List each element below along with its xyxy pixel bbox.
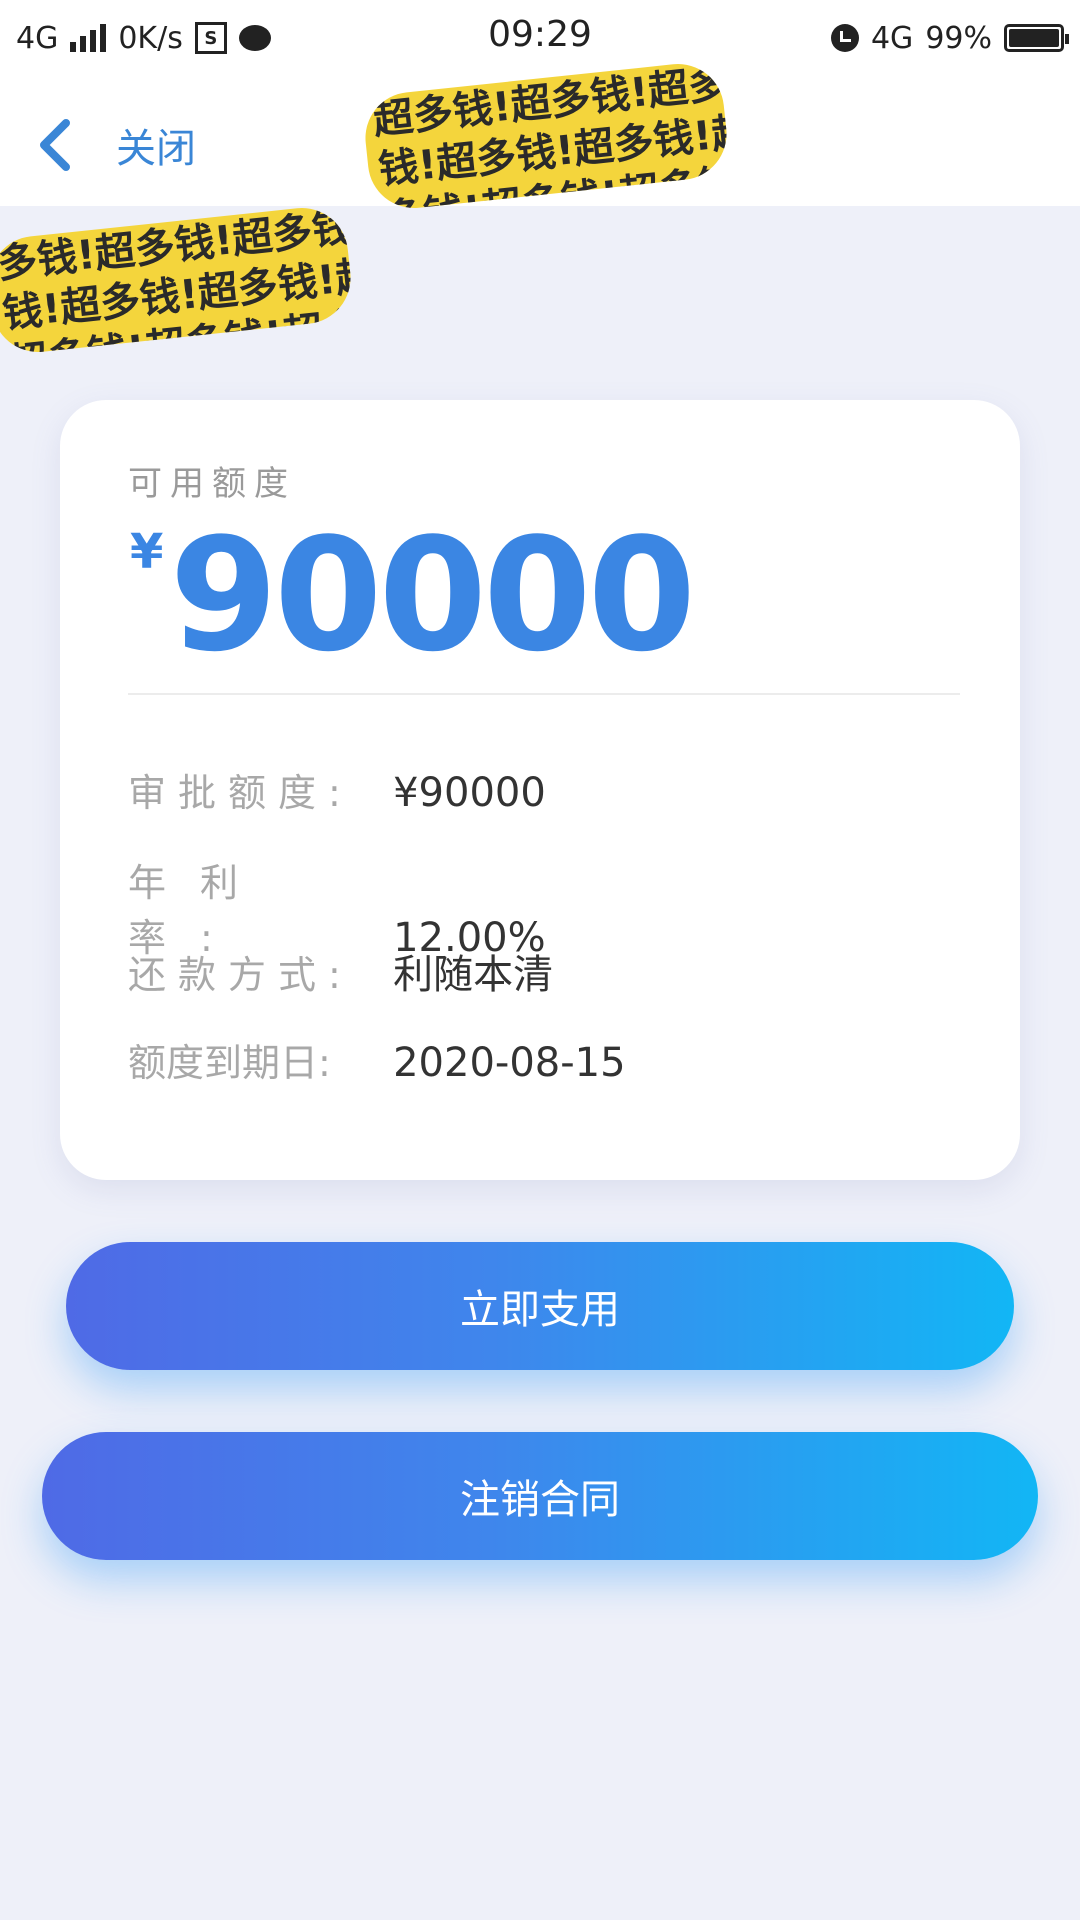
approved-limit-row: 审批额度: ¥90000 [128, 762, 546, 817]
expiry-date-row: 额度到期日: 2020-08-15 [128, 1032, 626, 1087]
expiry-date-label: 额度到期日: [128, 1041, 331, 1085]
currency-symbol: ¥ [130, 524, 164, 580]
network-right-label: 4G [870, 20, 914, 56]
repayment-method-value: 利随本清 [393, 952, 554, 998]
available-amount-row: ¥ 90000 [130, 504, 696, 686]
cancel-contract-button[interactable]: 注销合同 [42, 1432, 1038, 1560]
close-label: 关闭 [116, 126, 196, 172]
use-now-button[interactable]: 立即支用 [66, 1242, 1014, 1370]
battery-fill [1009, 29, 1059, 47]
battery-icon [1004, 24, 1069, 52]
alarm-icon [830, 24, 859, 52]
credit-card-panel: 可用额度 ¥ 90000 审批额度: ¥90000 年利率: 12.00% 还款… [60, 400, 1020, 1180]
approved-limit-label: 审批额度: [128, 771, 353, 815]
scribble-sticker-left: 多钱!超多钱!超多钱!超 钱!超多钱!超多钱!超多 超多钱!超多钱!超多钱! [0, 203, 356, 357]
available-amount: 90000 [169, 504, 696, 686]
expiry-date-value: 2020-08-15 [393, 1040, 626, 1086]
battery-percent: 99% [925, 20, 992, 56]
chevron-left-icon [40, 119, 70, 171]
close-button[interactable]: 关闭 [36, 116, 196, 174]
cancel-contract-label: 注销合同 [460, 1477, 620, 1523]
status-right: 4G 99% [830, 16, 1069, 60]
use-now-label: 立即支用 [460, 1287, 620, 1333]
status-bar: 4G 0K/s S 09:29 4G 99% [0, 0, 1080, 76]
approved-limit-value: ¥90000 [393, 770, 546, 816]
available-credit-label: 可用额度 [128, 464, 296, 504]
repayment-method-label: 还款方式: [128, 953, 353, 997]
repayment-method-row: 还款方式: 利随本清 [128, 942, 553, 1000]
divider [128, 693, 960, 695]
